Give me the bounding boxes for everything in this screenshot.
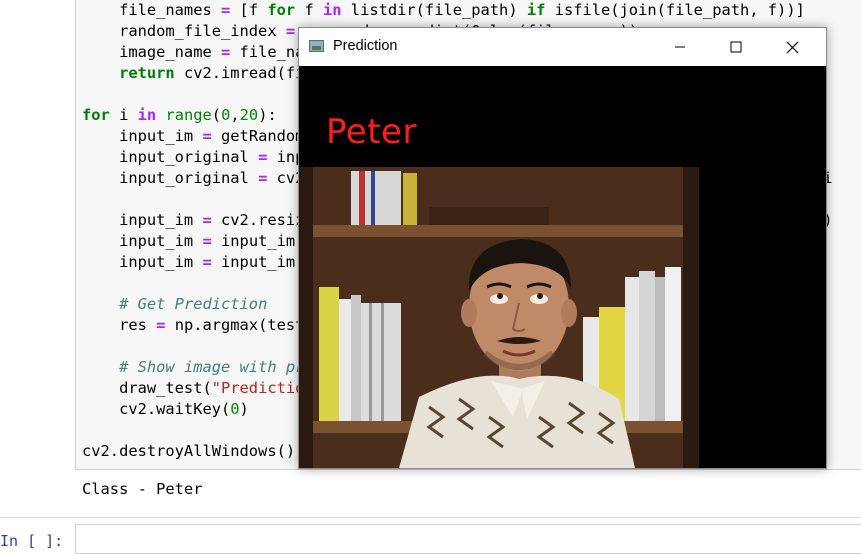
maximize-button[interactable] bbox=[713, 28, 759, 66]
window-titlebar[interactable]: Prediction bbox=[299, 28, 826, 66]
code-token: = bbox=[202, 232, 212, 250]
close-icon bbox=[786, 41, 798, 53]
cell-separator bbox=[0, 517, 861, 518]
code-token: = bbox=[202, 253, 212, 271]
photo-illustration bbox=[299, 167, 699, 468]
code-token: f bbox=[295, 1, 323, 19]
code-token: if bbox=[526, 1, 546, 19]
code-token: = bbox=[258, 169, 268, 187]
face-photo bbox=[299, 167, 699, 468]
code-token: = bbox=[202, 127, 212, 145]
code-token: cv2.destroyAllWindows() bbox=[82, 442, 296, 460]
code-token: ): bbox=[258, 106, 277, 124]
code-token: # Get Prediction bbox=[119, 295, 268, 313]
close-button[interactable] bbox=[769, 28, 815, 66]
image-canvas: Peter bbox=[299, 66, 826, 468]
code-token: 0 bbox=[221, 106, 231, 124]
code-token: input_im bbox=[82, 211, 203, 229]
code-token: input_im bbox=[82, 127, 203, 145]
code-token: range bbox=[165, 106, 212, 124]
minimize-icon bbox=[675, 46, 685, 48]
code-token: listdir(file_path) bbox=[341, 1, 527, 19]
empty-code-cell[interactable] bbox=[75, 524, 861, 554]
code-token: isfile(join(file_path, f))] bbox=[545, 1, 805, 19]
code-token: image_name bbox=[82, 43, 221, 61]
code-token: random_file_index bbox=[82, 22, 286, 40]
window-title: Prediction bbox=[333, 38, 398, 54]
minimize-button[interactable] bbox=[657, 28, 703, 66]
code-token: 0 bbox=[230, 400, 240, 418]
code-token: , bbox=[230, 106, 240, 124]
code-token: i bbox=[109, 106, 138, 124]
code-token: in bbox=[137, 106, 157, 124]
code-token: for bbox=[82, 106, 110, 124]
code-token: in bbox=[322, 1, 342, 19]
code-token: = bbox=[202, 211, 212, 229]
code-token: input_im bbox=[82, 232, 203, 250]
maximize-icon bbox=[730, 41, 742, 53]
code-token: [f bbox=[230, 1, 268, 19]
code-token: for bbox=[267, 1, 296, 19]
code-token: file_names bbox=[82, 1, 221, 19]
input-prompt: In [ ]: bbox=[0, 532, 64, 550]
code-token: = bbox=[221, 43, 231, 61]
code-token: input_original bbox=[82, 169, 259, 187]
code-token: = bbox=[258, 148, 268, 166]
code-token: input_im bbox=[82, 253, 203, 271]
code-line: file_names = [f for f in listdir(file_pa… bbox=[82, 0, 833, 21]
code-token: draw_test( bbox=[82, 379, 212, 397]
code-token: ( bbox=[211, 106, 222, 124]
opencv-window-icon bbox=[309, 40, 324, 52]
code-token: input_original bbox=[82, 148, 259, 166]
prediction-window[interactable]: Prediction Peter bbox=[298, 27, 827, 469]
code-token: res bbox=[82, 316, 157, 334]
cell-output: Class - Peter bbox=[82, 480, 203, 498]
code-token: ) bbox=[239, 400, 249, 418]
code-token: = bbox=[221, 1, 231, 19]
predicted-class-label: Peter bbox=[326, 112, 417, 152]
code-token: 20 bbox=[239, 106, 259, 124]
code-token: cv2.waitKey( bbox=[82, 400, 231, 418]
code-token: = bbox=[285, 22, 296, 40]
code-token: return bbox=[119, 64, 175, 82]
